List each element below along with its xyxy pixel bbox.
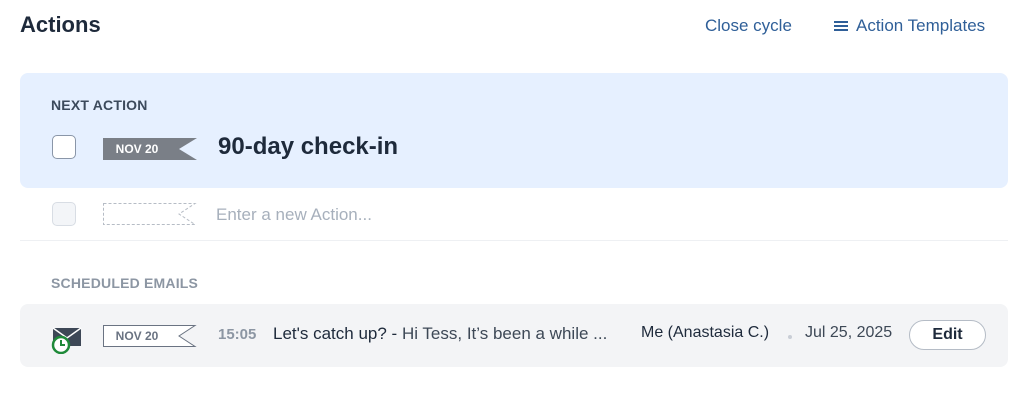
scheduled-email-icon xyxy=(51,327,82,354)
email-date-tag[interactable]: NOV 20 xyxy=(103,325,197,347)
next-action-checkbox[interactable] xyxy=(52,135,76,159)
next-action-date-text: NOV 20 xyxy=(115,142,159,156)
scheduled-emails-label: SCHEDULED EMAILS xyxy=(51,275,199,291)
list-icon xyxy=(834,20,848,32)
email-sender: Me (Anastasia C.) xyxy=(641,324,770,341)
edit-email-button[interactable]: Edit xyxy=(909,320,986,350)
action-templates-label: Action Templates xyxy=(856,16,986,35)
email-preview: Hi Tess, It’s been a while ... xyxy=(401,324,608,343)
email-summary[interactable]: Let's catch up? - Hi Tess, It’s been a w… xyxy=(273,324,607,344)
new-action-checkbox xyxy=(52,202,76,226)
actions-header: Actions Close cycle Action Templates xyxy=(20,10,1008,42)
next-action-title[interactable]: 90-day check-in xyxy=(218,133,398,161)
next-action-date-tag[interactable]: NOV 20 xyxy=(103,138,197,160)
next-action-card: NEXT ACTION NOV 20 90-day check-in xyxy=(20,73,1008,188)
action-templates-link[interactable]: Action Templates xyxy=(834,16,985,36)
email-subject: Let's catch up? - xyxy=(273,324,398,343)
email-date: Jul 25, 2025 xyxy=(805,324,893,341)
separator-dot xyxy=(788,335,792,339)
empty-date-flag-shape xyxy=(103,203,197,225)
page-title: Actions xyxy=(20,12,101,37)
next-action-label: NEXT ACTION xyxy=(51,97,148,113)
email-date-text: NOV 20 xyxy=(115,329,159,343)
close-cycle-link[interactable]: Close cycle xyxy=(705,16,792,36)
email-time: 15:05 xyxy=(218,326,257,343)
new-action-input[interactable] xyxy=(216,202,616,228)
scheduled-email-row[interactable]: NOV 20 15:05 Let's catch up? - Hi Tess, … xyxy=(20,304,1008,367)
new-action-row xyxy=(20,190,1008,241)
new-action-date-tag[interactable] xyxy=(103,203,197,225)
